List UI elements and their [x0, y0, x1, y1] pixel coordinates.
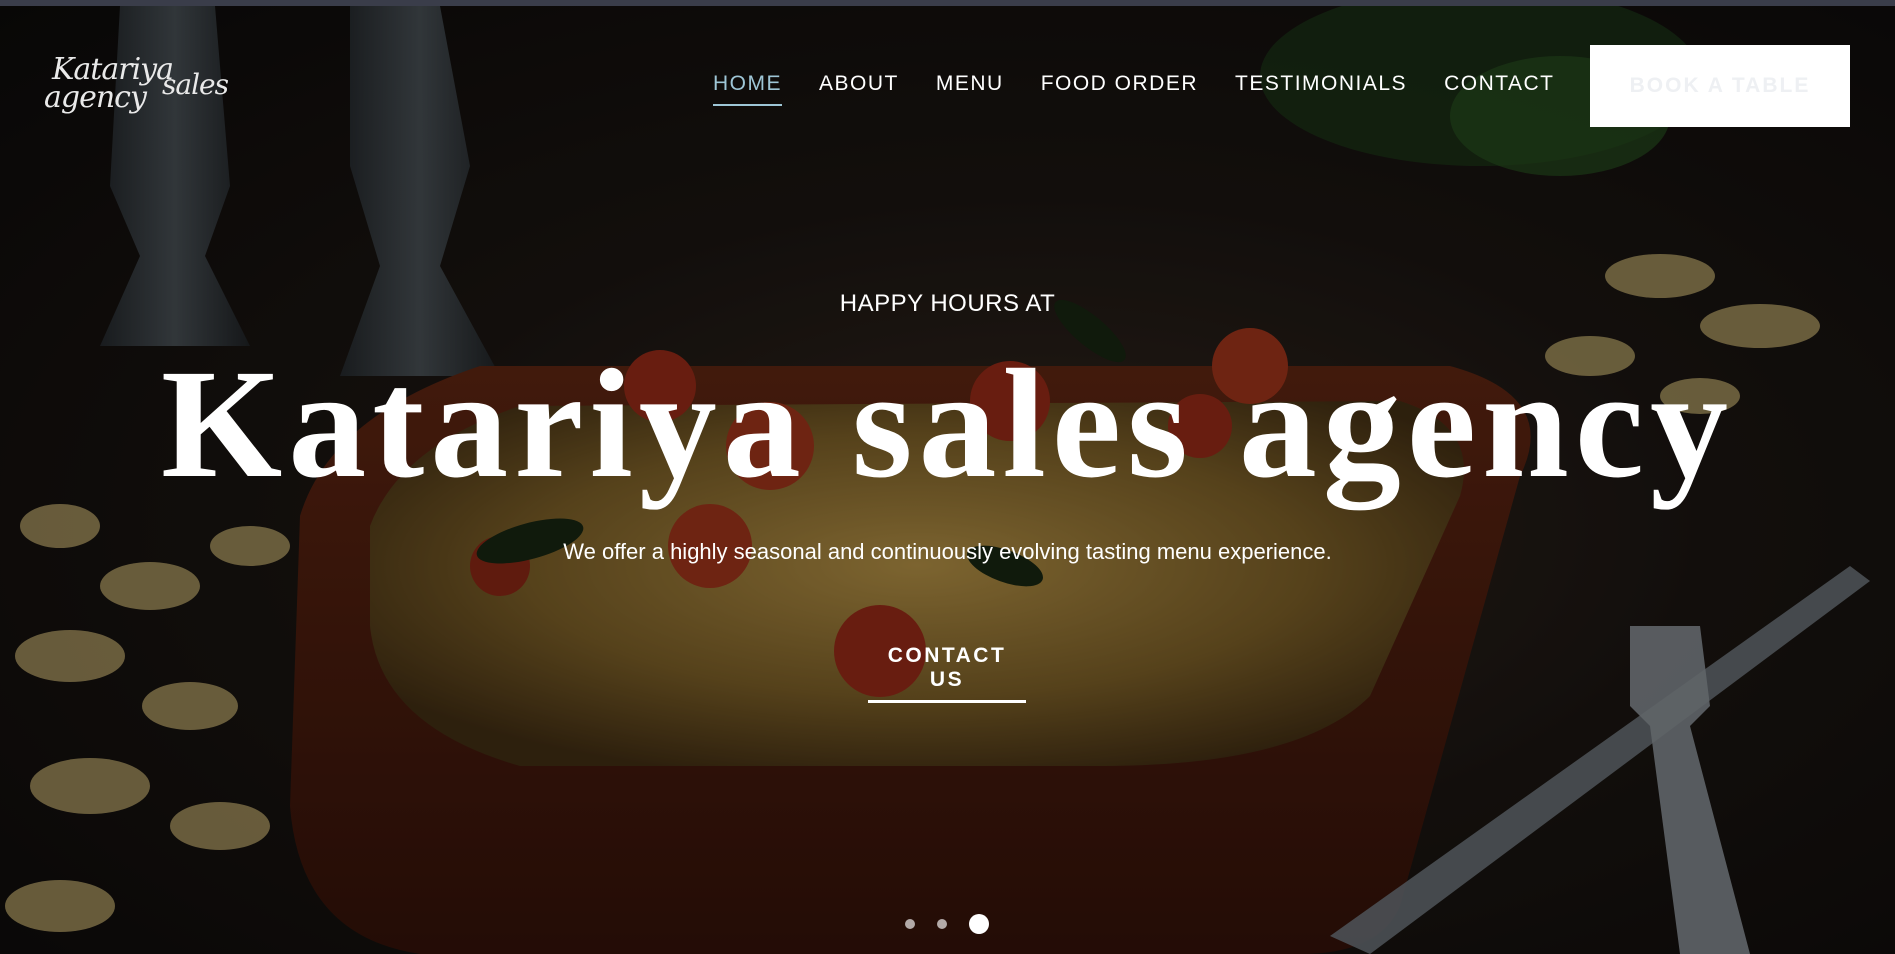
- nav-item-menu[interactable]: MENU: [936, 72, 1004, 106]
- slider-dot-3[interactable]: [969, 914, 989, 934]
- contact-us-button[interactable]: CONTACT US: [868, 644, 1026, 703]
- logo-text-line3: sales: [162, 68, 229, 101]
- nav-item-food-order[interactable]: FOOD ORDER: [1041, 72, 1198, 106]
- nav-item-contact[interactable]: CONTACT: [1444, 72, 1554, 106]
- hero-tagline: We offer a highly seasonal and continuou…: [563, 539, 1332, 564]
- brand-logo[interactable]: Katariya agency sales: [44, 46, 234, 126]
- book-a-table-button[interactable]: BOOK A TABLE: [1590, 45, 1850, 127]
- slider-dot-1[interactable]: [905, 919, 915, 929]
- nav-item-testimonials[interactable]: TESTIMONIALS: [1235, 72, 1407, 106]
- nav-item-about[interactable]: ABOUT: [819, 72, 899, 106]
- hero-title: Katariya sales agency: [160, 337, 1735, 510]
- nav-item-home[interactable]: HOME: [713, 72, 782, 106]
- browser-top-strip: [0, 0, 1895, 6]
- slider-dots: [905, 914, 989, 934]
- hero-section: Katariya agency sales HOME ABOUT MENU FO…: [0, 6, 1895, 954]
- logo-text-line2: agency: [44, 80, 147, 115]
- hero-kicker: HAPPY HOURS AT: [839, 290, 1056, 317]
- slider-dot-2[interactable]: [937, 919, 947, 929]
- main-nav: HOME ABOUT MENU FOOD ORDER TESTIMONIALS …: [713, 72, 1555, 106]
